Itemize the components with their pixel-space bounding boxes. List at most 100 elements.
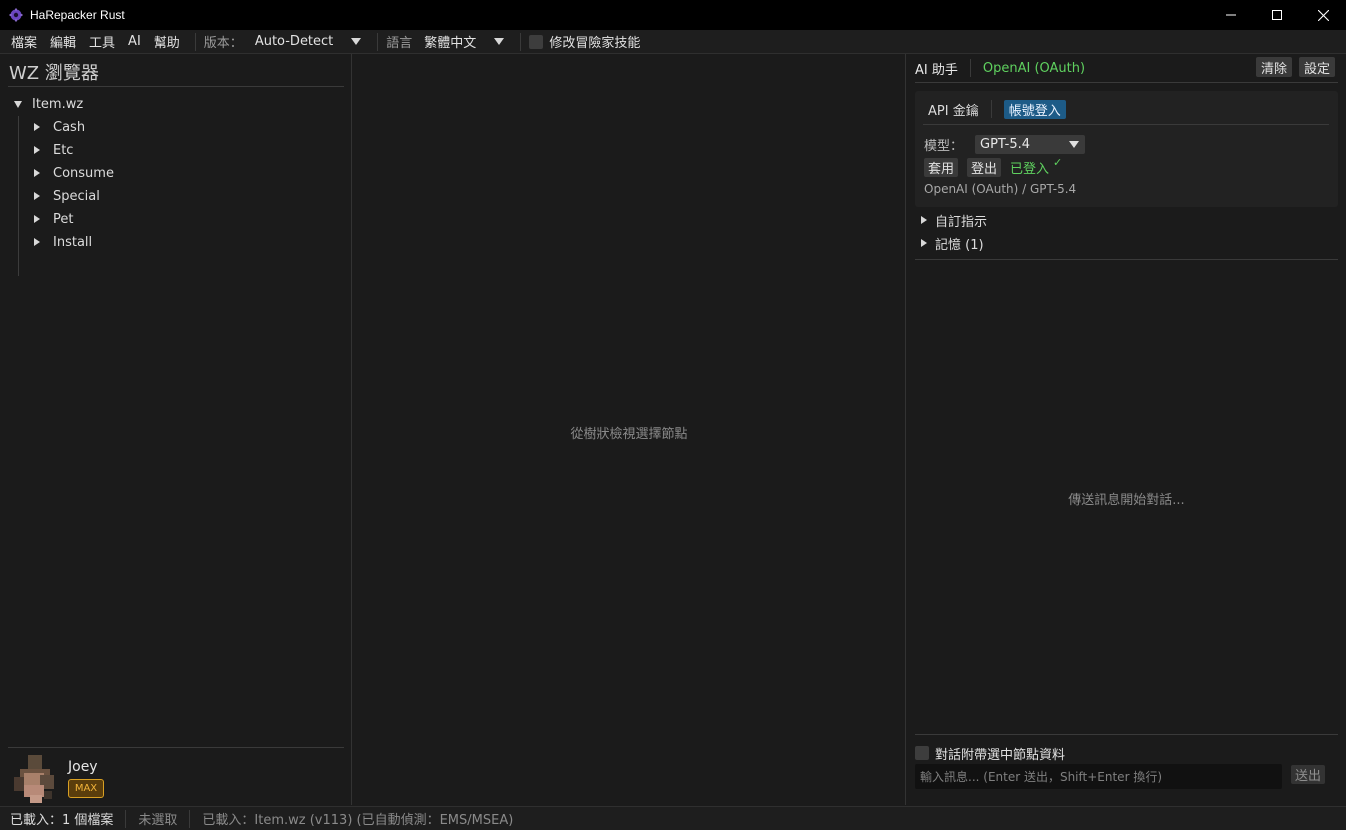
- tree-node-pet[interactable]: Pet: [34, 209, 73, 229]
- tree-node-label: Consume: [53, 165, 114, 181]
- status-badge: MAX: [68, 779, 104, 798]
- tree-guide-line: [18, 116, 19, 276]
- model-row: 模型： GPT-5.4: [924, 134, 1086, 154]
- modify-skill-checkbox[interactable]: [529, 34, 544, 49]
- minimize-icon: [1226, 14, 1236, 16]
- apply-button[interactable]: 套用: [924, 157, 959, 177]
- tab-api-key[interactable]: API 金鑰: [928, 100, 979, 119]
- divider: [8, 747, 344, 748]
- divider: [8, 86, 344, 87]
- login-status: 已登入: [1010, 161, 1050, 177]
- attach-node-toggle[interactable]: 對話附帶選中節點資料: [915, 743, 1065, 763]
- user-name: Joey: [68, 759, 98, 775]
- loaded-detail: 已載入：Item.wz (v113) (已自動偵測：EMS/MSEA): [202, 813, 514, 828]
- expanded-arrow-icon[interactable]: [14, 100, 22, 108]
- version-select[interactable]: Auto-Detect: [255, 34, 333, 49]
- send-button[interactable]: 送出: [1291, 765, 1326, 784]
- tree-node-etc[interactable]: Etc: [34, 140, 73, 160]
- collapsed-arrow-icon[interactable]: [921, 239, 927, 247]
- attach-node-label: 對話附帶選中節點資料: [935, 747, 1066, 763]
- chevron-down-icon[interactable]: [351, 38, 362, 45]
- menu-separator: [194, 32, 196, 51]
- tree-node-item-wz[interactable]: Item.wz: [14, 94, 83, 114]
- menu-help[interactable]: 幫助: [154, 32, 180, 51]
- window-title: HaRepacker Rust: [30, 8, 125, 22]
- minimize-button[interactable]: [1208, 0, 1254, 30]
- close-button[interactable]: [1300, 0, 1346, 30]
- tree-node-label: Special: [53, 188, 100, 204]
- memory-toggle[interactable]: 記憶 (1): [921, 233, 984, 253]
- empty-state-hint: 從樹狀檢視選擇節點: [570, 427, 688, 442]
- ai-assistant-panel: AI 助手 OpenAI (OAuth) 清除 設定 API 金鑰 帳號登入 模…: [907, 54, 1346, 805]
- ai-panel-header: AI 助手 OpenAI (OAuth): [915, 58, 1085, 78]
- tree-node-label: Cash: [53, 119, 86, 135]
- language-select[interactable]: 繁體中文: [424, 32, 476, 51]
- loaded-count: 已載入：1 個檔案: [10, 813, 114, 828]
- model-select-value: GPT-5.4: [980, 136, 1031, 152]
- chevron-down-icon: [1069, 140, 1080, 148]
- divider: [990, 100, 992, 118]
- version-label: 版本：: [203, 36, 243, 51]
- tree-node-label: Install: [53, 234, 93, 250]
- menu-separator: [377, 32, 379, 51]
- tree-node-cash[interactable]: Cash: [34, 117, 85, 137]
- modify-skill-toggle[interactable]: 修改冒險家技能: [529, 32, 640, 51]
- auth-section: API 金鑰 帳號登入 模型： GPT-5.4 套用 登出 已登入 ✓ Open…: [915, 91, 1338, 207]
- avatar: [10, 755, 58, 803]
- wz-browser-panel: WZ 瀏覽器 Item.wz Cash Etc Consume Special …: [0, 54, 352, 805]
- maximize-icon: [1272, 10, 1282, 20]
- provider-summary: OpenAI (OAuth) / GPT-5.4: [924, 182, 1077, 196]
- checkmark-icon: ✓: [1053, 155, 1063, 169]
- selection-status: 未選取: [138, 813, 178, 828]
- attach-node-checkbox[interactable]: [915, 746, 929, 760]
- close-icon: [1317, 9, 1329, 21]
- collapsed-arrow-icon[interactable]: [921, 216, 927, 224]
- tab-account-login[interactable]: 帳號登入: [1003, 99, 1066, 119]
- divider: [915, 734, 1338, 735]
- menu-tools[interactable]: 工具: [89, 32, 115, 51]
- tree-node-consume[interactable]: Consume: [34, 163, 114, 183]
- divider: [915, 259, 1338, 260]
- collapsed-arrow-icon[interactable]: [34, 169, 40, 177]
- menu-separator: [520, 32, 522, 51]
- panel-title: AI 助手: [915, 62, 958, 78]
- maximize-button[interactable]: [1254, 0, 1300, 30]
- divider: [189, 809, 191, 828]
- model-label: 模型：: [924, 138, 964, 154]
- collapsed-arrow-icon[interactable]: [34, 146, 40, 154]
- title-bar: HaRepacker Rust: [0, 0, 1346, 30]
- menu-bar: 檔案 編輯 工具 AI 幫助 版本： Auto-Detect 語言 繁體中文 修…: [0, 30, 1346, 54]
- clear-button[interactable]: 清除: [1256, 57, 1293, 77]
- collapsed-arrow-icon[interactable]: [34, 215, 40, 223]
- modify-skill-label: 修改冒險家技能: [549, 36, 641, 51]
- auth-actions: 套用 登出 已登入 ✓: [924, 155, 1063, 177]
- model-select[interactable]: GPT-5.4: [975, 134, 1086, 154]
- custom-instructions-toggle[interactable]: 自訂指示: [921, 210, 987, 230]
- language-label: 語言: [386, 36, 413, 51]
- gear-logo-icon: [9, 8, 23, 22]
- menu-file[interactable]: 檔案: [11, 32, 37, 51]
- status-bar: 已載入：1 個檔案 未選取 已載入：Item.wz (v113) (已自動偵測：…: [0, 806, 1346, 830]
- panel-title: WZ 瀏覽器: [9, 63, 99, 84]
- memory-label: 記憶 (1): [935, 237, 984, 253]
- custom-instructions-label: 自訂指示: [935, 214, 988, 230]
- node-view-panel: 從樹狀檢視選擇節點: [352, 54, 906, 805]
- divider: [969, 59, 971, 77]
- settings-button[interactable]: 設定: [1299, 57, 1336, 77]
- divider: [923, 124, 1329, 125]
- divider: [915, 82, 1338, 83]
- provider-label: OpenAI (OAuth): [982, 60, 1086, 76]
- menu-edit[interactable]: 編輯: [50, 32, 76, 51]
- chat-empty-hint: 傳送訊息開始對話...: [1068, 493, 1185, 508]
- tree-node-special[interactable]: Special: [34, 186, 100, 206]
- collapsed-arrow-icon[interactable]: [34, 192, 40, 200]
- auth-tabs: API 金鑰 帳號登入: [928, 99, 1066, 119]
- tree-node-label: Pet: [53, 211, 74, 227]
- logout-button[interactable]: 登出: [967, 157, 1002, 177]
- tree-node-install[interactable]: Install: [34, 232, 92, 252]
- collapsed-arrow-icon[interactable]: [34, 238, 40, 246]
- message-input[interactable]: 輸入訊息... (Enter 送出，Shift+Enter 換行): [915, 764, 1282, 789]
- chevron-down-icon[interactable]: [494, 38, 505, 45]
- menu-ai[interactable]: AI: [128, 34, 141, 49]
- collapsed-arrow-icon[interactable]: [34, 123, 40, 131]
